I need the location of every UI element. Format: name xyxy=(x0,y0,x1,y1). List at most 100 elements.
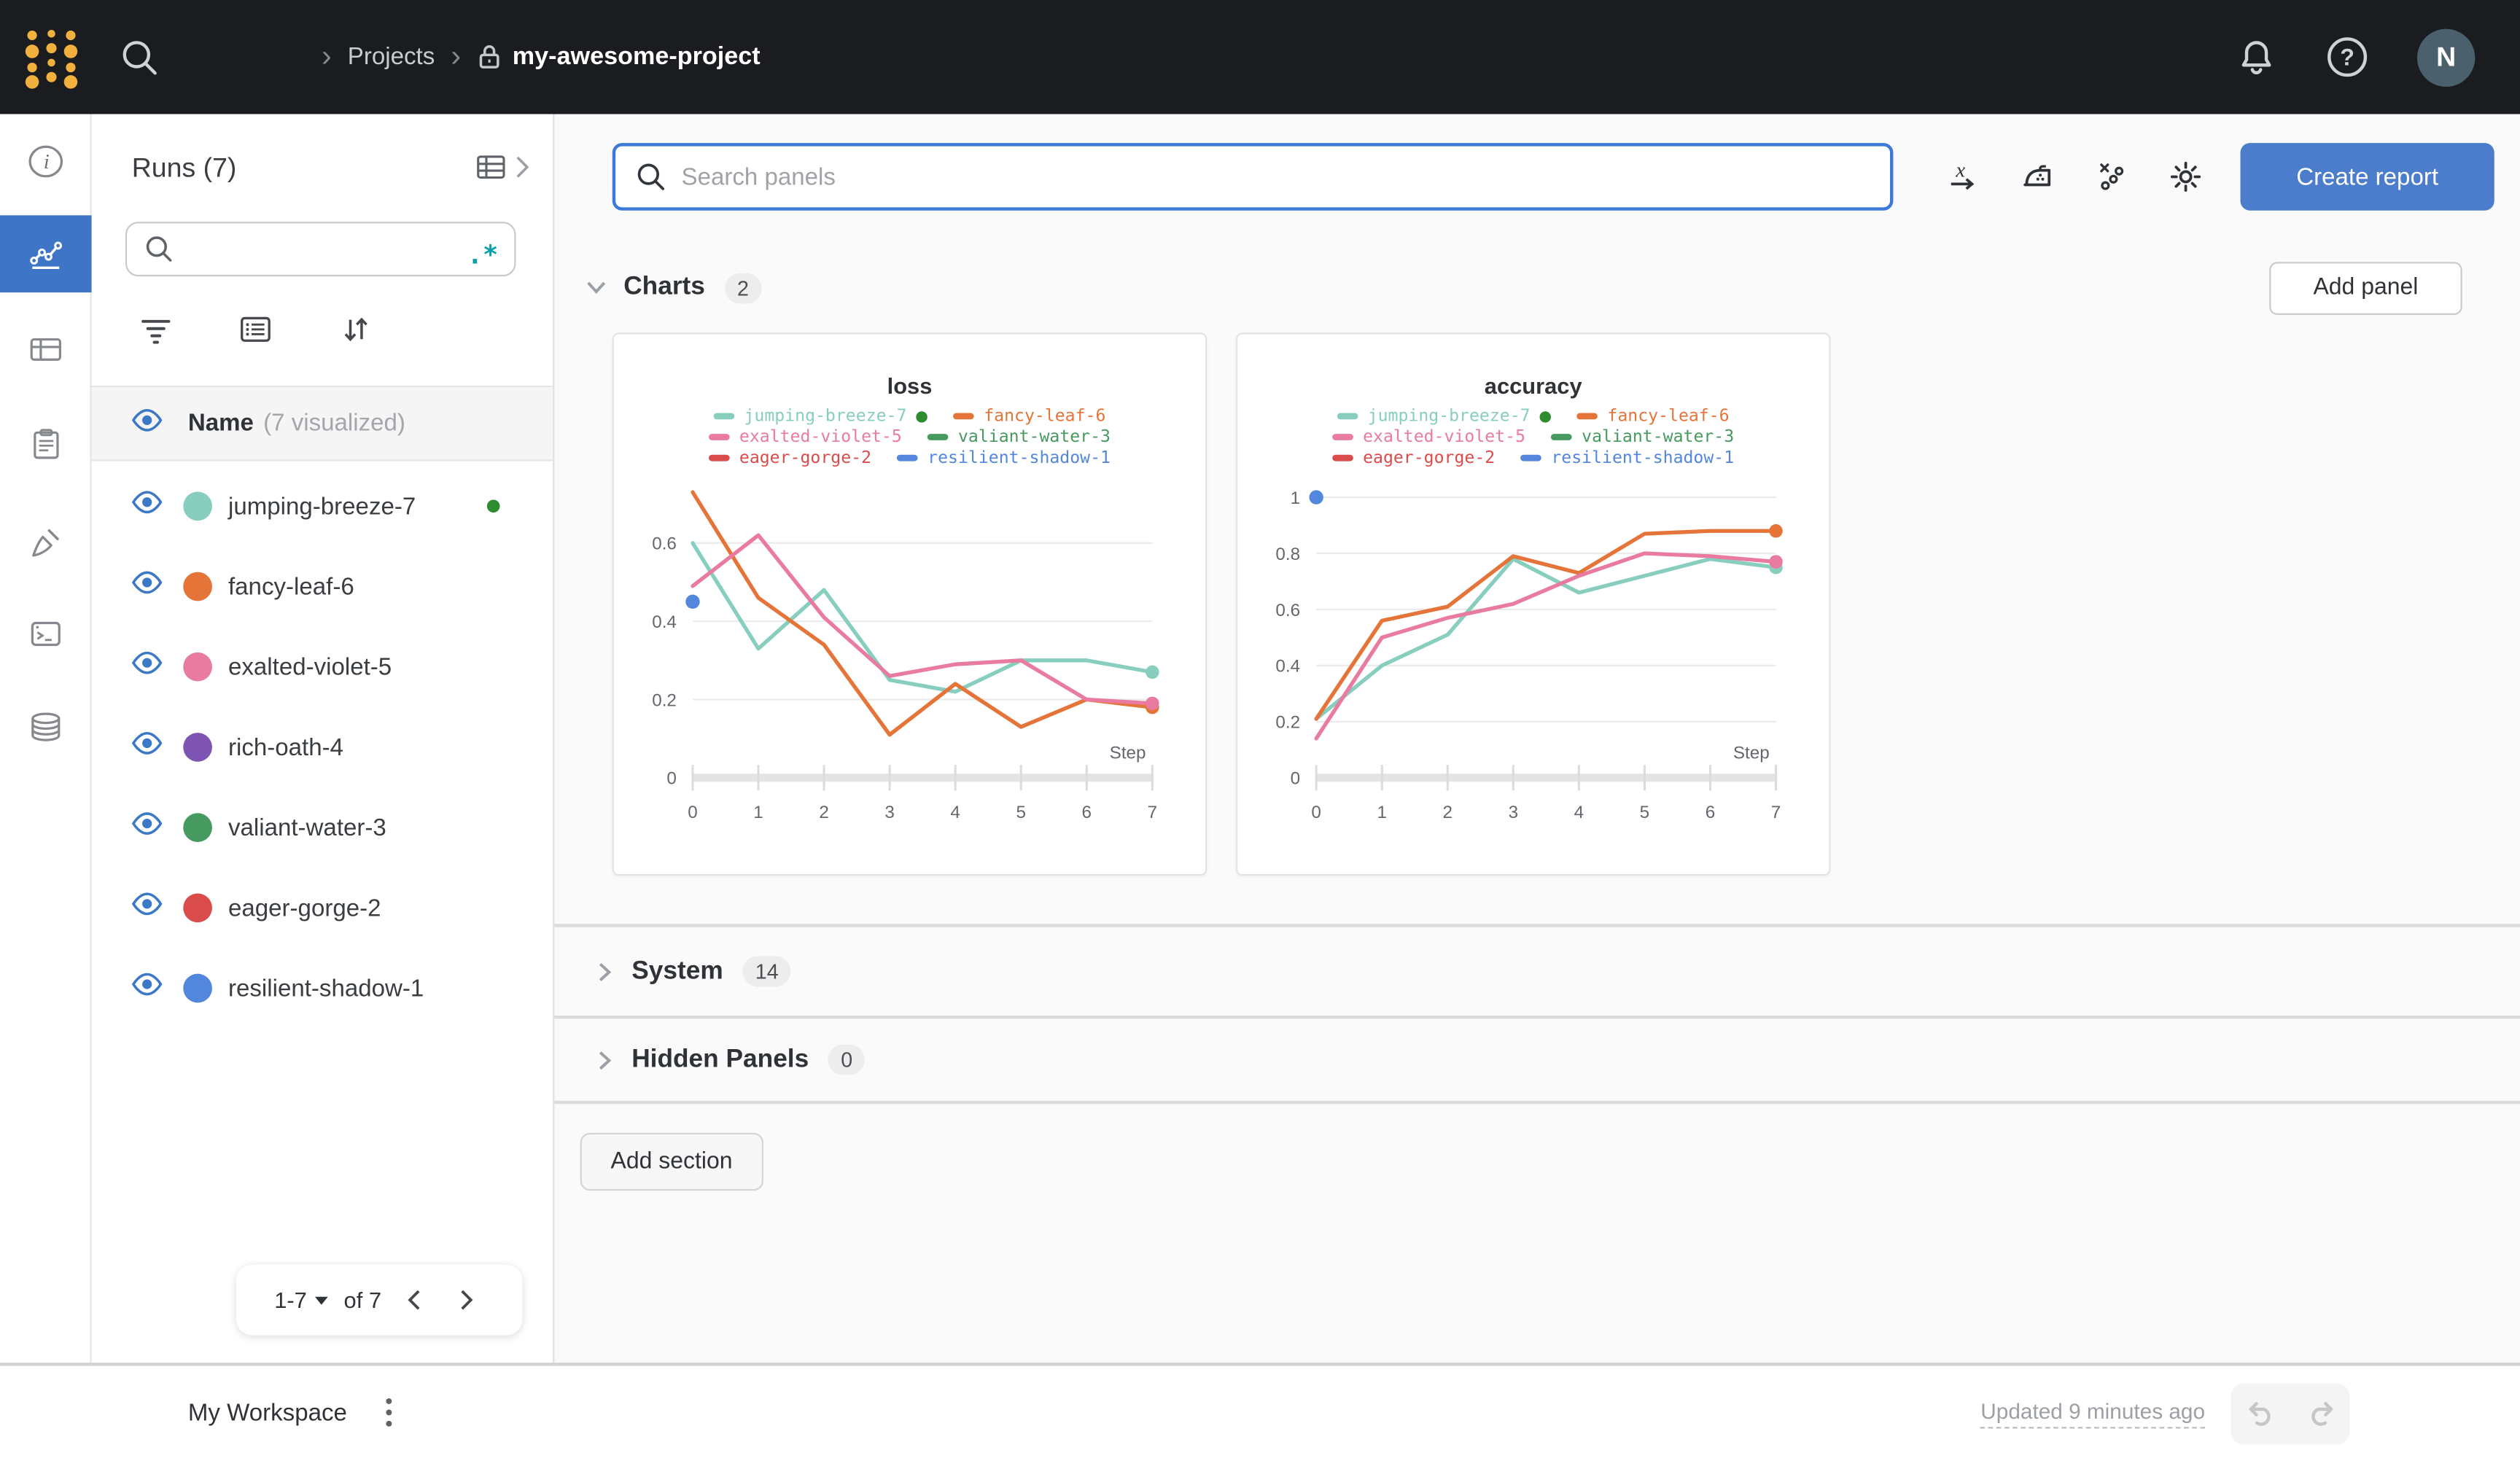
run-row[interactable]: valiant-water-3 xyxy=(92,787,553,868)
visibility-eye-icon[interactable] xyxy=(131,731,164,755)
chevron-down-icon xyxy=(587,281,606,294)
visibility-eye-icon[interactable] xyxy=(131,490,164,514)
run-row[interactable]: eager-gorge-2 xyxy=(92,868,553,948)
rail-table-item[interactable] xyxy=(0,310,92,387)
runs-search-box: .* xyxy=(125,222,516,277)
runs-title: Runs (7) xyxy=(131,152,237,184)
visibility-eye-icon[interactable] xyxy=(131,892,164,916)
legend-item: eager-gorge-2 xyxy=(709,448,871,467)
search-panels-input[interactable] xyxy=(681,163,1871,191)
run-visibility-toggle[interactable] xyxy=(131,570,164,602)
run-visibility-toggle[interactable] xyxy=(131,811,164,844)
undo-icon xyxy=(2248,1400,2270,1425)
help-icon[interactable]: ? xyxy=(2325,35,2369,79)
run-visibility-toggle[interactable] xyxy=(131,651,164,683)
workspace-name-label[interactable]: My Workspace xyxy=(188,1400,347,1427)
run-name-label: resilient-shadow-1 xyxy=(228,974,424,1002)
run-row[interactable]: exalted-violet-5 xyxy=(92,627,553,707)
runs-search-input[interactable] xyxy=(175,236,467,262)
create-report-button[interactable]: Create report xyxy=(2240,143,2494,211)
x-axis-settings-button[interactable]: x xyxy=(1937,149,1991,204)
svg-text:0.2: 0.2 xyxy=(652,690,677,710)
rail-overview-item[interactable]: i xyxy=(0,122,92,200)
user-avatar[interactable]: N xyxy=(2416,28,2476,86)
breadcrumb: › Projects › my-awesome-project xyxy=(318,42,761,72)
next-page-button[interactable] xyxy=(449,1282,484,1317)
legend-swatch xyxy=(1337,413,1358,419)
filter-runs-button[interactable] xyxy=(133,307,179,352)
breadcrumb-project-current[interactable]: my-awesome-project xyxy=(477,42,761,71)
run-color-dot xyxy=(183,973,212,1003)
rail-charts-item-active[interactable] xyxy=(0,215,92,293)
toggle-all-visibility-eye-icon[interactable] xyxy=(131,408,164,440)
run-visibility-toggle[interactable] xyxy=(131,490,164,522)
smoothing-settings-button[interactable] xyxy=(2010,149,2065,204)
loss-chart-panel[interactable]: loss jumping-breeze-7 fancy-leaf-6 exalted… xyxy=(612,332,1208,876)
add-panel-button[interactable]: Add panel xyxy=(2269,261,2462,314)
workspace-menu-button[interactable] xyxy=(370,1394,408,1433)
charts-section-header[interactable]: Charts 2 Add panel xyxy=(582,260,2462,315)
rail-logs-item[interactable] xyxy=(0,595,92,672)
system-count-badge: 14 xyxy=(742,956,792,987)
system-section-header[interactable]: System 14 xyxy=(554,924,2520,1016)
redo-button[interactable] xyxy=(2290,1383,2350,1444)
svg-text:x: x xyxy=(1955,158,1965,182)
add-section-button[interactable]: Add section xyxy=(580,1132,763,1191)
bottom-bar: My Workspace Updated 9 minutes ago xyxy=(0,1363,2520,1461)
last-updated-label: Updated 9 minutes ago xyxy=(1980,1399,2206,1428)
run-name-label: exalted-violet-5 xyxy=(228,652,392,681)
run-visibility-toggle[interactable] xyxy=(131,892,164,924)
chevron-right-icon xyxy=(462,1290,474,1310)
runs-pagination: 1-7 of 7 xyxy=(236,1264,523,1336)
system-section-label: System xyxy=(631,957,723,985)
svg-text:0.8: 0.8 xyxy=(1275,545,1300,564)
notifications-bell-icon[interactable] xyxy=(2236,36,2277,78)
panel-toolbar: x xyxy=(612,143,2494,211)
undo-button[interactable] xyxy=(2231,1383,2290,1444)
visibility-eye-icon[interactable] xyxy=(131,408,164,432)
legend-item: fancy-leaf-6 xyxy=(953,407,1105,426)
expand-runs-table-button[interactable] xyxy=(472,149,530,184)
sort-icon xyxy=(344,317,368,342)
page-size-dropdown[interactable]: 1-7 xyxy=(274,1287,328,1313)
visibility-eye-icon[interactable] xyxy=(131,811,164,835)
outliers-settings-button[interactable] xyxy=(2085,149,2139,204)
rail-artifacts-item[interactable] xyxy=(0,687,92,765)
hidden-panels-section-label: Hidden Panels xyxy=(631,1045,809,1073)
hidden-panels-section-header[interactable]: Hidden Panels 0 xyxy=(554,1015,2520,1104)
svg-text:0.6: 0.6 xyxy=(1275,601,1300,620)
wandb-logo-icon[interactable] xyxy=(19,23,83,91)
visibility-eye-icon[interactable] xyxy=(131,972,164,996)
legend-item: eager-gorge-2 xyxy=(1332,448,1495,467)
run-visibility-toggle[interactable] xyxy=(131,731,164,763)
legend-item: exalted-violet-5 xyxy=(709,427,902,447)
run-row[interactable]: resilient-shadow-1 xyxy=(92,948,553,1028)
breadcrumb-projects-link[interactable]: Projects xyxy=(348,44,435,71)
sort-runs-button[interactable] xyxy=(332,307,378,352)
redo-icon xyxy=(2311,1400,2333,1425)
running-indicator-dot xyxy=(1539,410,1552,422)
rail-notes-item[interactable] xyxy=(0,405,92,482)
run-running-indicator xyxy=(486,499,500,513)
prev-page-button[interactable] xyxy=(397,1282,432,1317)
lock-icon xyxy=(479,44,499,69)
svg-text:5: 5 xyxy=(1640,803,1649,822)
run-row[interactable]: rich-oath-4 xyxy=(92,707,553,787)
runs-name-header[interactable]: Name (7 visualized) xyxy=(91,385,553,461)
list-settings-icon xyxy=(241,316,271,342)
global-search-icon[interactable] xyxy=(119,36,160,78)
display-settings-button[interactable] xyxy=(233,307,279,352)
workspace-settings-button[interactable] xyxy=(2158,149,2213,204)
regex-toggle[interactable]: .* xyxy=(467,235,498,268)
legend-swatch xyxy=(1332,455,1353,461)
run-name-label: fancy-leaf-6 xyxy=(228,572,354,601)
run-row[interactable]: jumping-breeze-7 xyxy=(92,466,553,546)
run-visibility-toggle[interactable] xyxy=(131,972,164,1004)
runs-table-icon xyxy=(477,155,505,179)
search-panels-box xyxy=(612,143,1894,211)
run-row[interactable]: fancy-leaf-6 xyxy=(92,546,553,626)
visibility-eye-icon[interactable] xyxy=(131,570,164,594)
visibility-eye-icon[interactable] xyxy=(131,651,164,675)
accuracy-chart-panel[interactable]: accuracy jumping-breeze-7 fancy-leaf-6 exa… xyxy=(1235,332,1831,876)
rail-sweeps-item[interactable] xyxy=(0,503,92,580)
